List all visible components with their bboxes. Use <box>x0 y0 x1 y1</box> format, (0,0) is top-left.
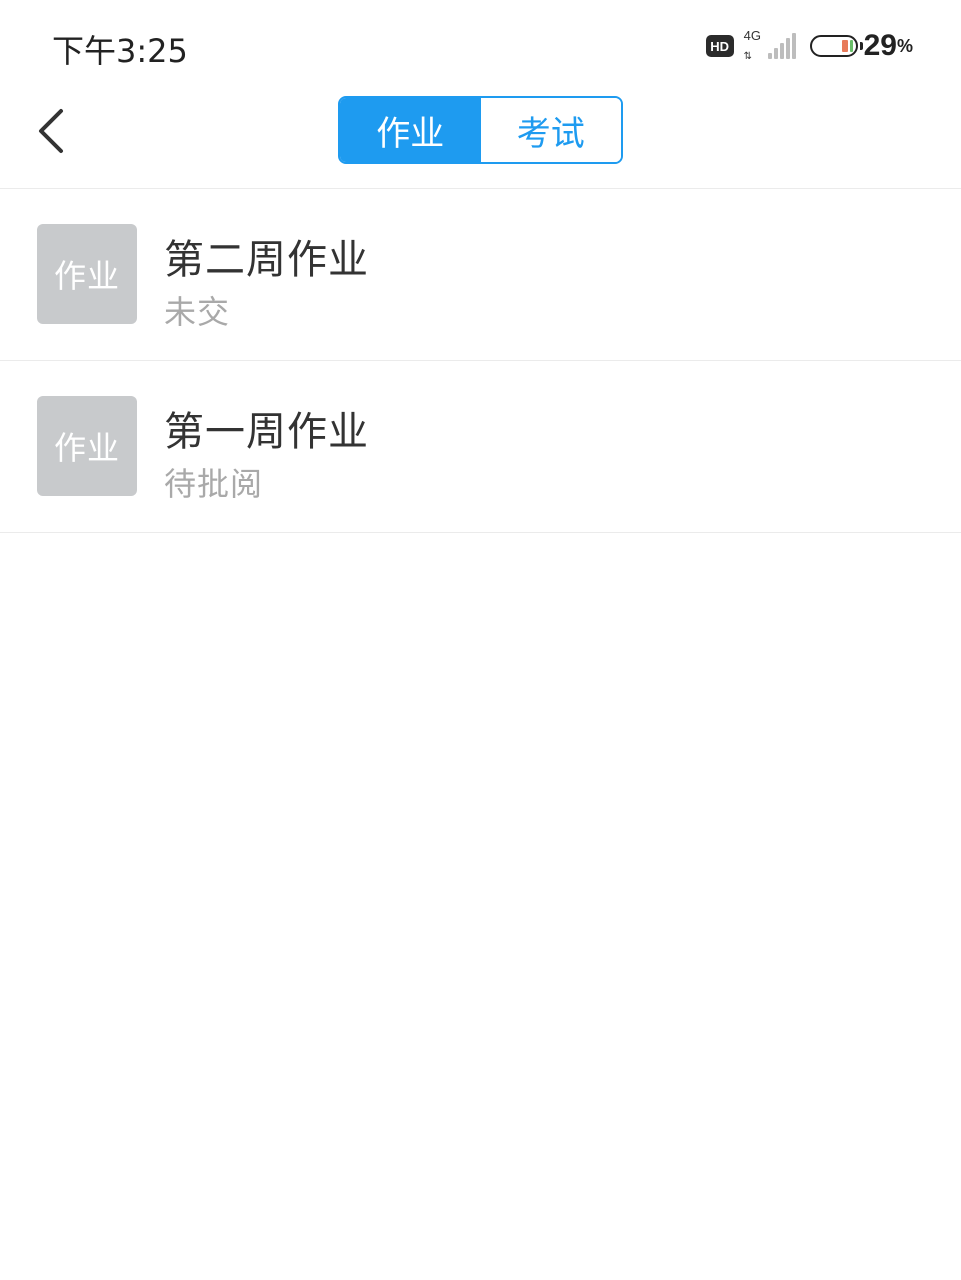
chevron-left-icon <box>39 109 63 153</box>
assignment-list: 作业 第二周作业 未交 作业 第一周作业 待批阅 <box>0 189 961 533</box>
battery-percent: 29 <box>863 29 897 62</box>
tab-exam[interactable]: 考试 <box>480 98 621 162</box>
battery-icon <box>809 35 863 57</box>
list-item[interactable]: 作业 第二周作业 未交 <box>0 189 961 361</box>
assignment-thumbnail: 作业 <box>37 396 137 496</box>
list-item[interactable]: 作业 第一周作业 待批阅 <box>0 361 961 533</box>
data-arrows-icon: ⇅ <box>743 51 752 62</box>
nav-bar: 作业 考试 <box>0 92 961 189</box>
signal-icon <box>767 33 798 59</box>
back-button[interactable] <box>30 106 74 156</box>
battery-percent-unit: % <box>896 35 913 56</box>
assignment-status: 待批阅 <box>164 465 264 503</box>
status-icons: HD 4G ⇅ 29% <box>705 26 913 66</box>
segmented-control: 作业 考试 <box>338 96 623 164</box>
hd-icon: HD <box>705 35 734 57</box>
assignment-title: 第一周作业 <box>164 409 369 455</box>
network-type-label: 4G <box>743 28 761 43</box>
status-bar: 下午3:25 HD 4G ⇅ 29% <box>0 0 961 92</box>
status-time: 下午3:25 <box>52 32 188 70</box>
tab-homework[interactable]: 作业 <box>340 98 481 162</box>
assignment-title: 第二周作业 <box>164 237 369 283</box>
assignment-thumbnail: 作业 <box>37 224 137 324</box>
network-icon: 4G ⇅ <box>744 28 766 64</box>
assignment-status: 未交 <box>164 293 231 331</box>
